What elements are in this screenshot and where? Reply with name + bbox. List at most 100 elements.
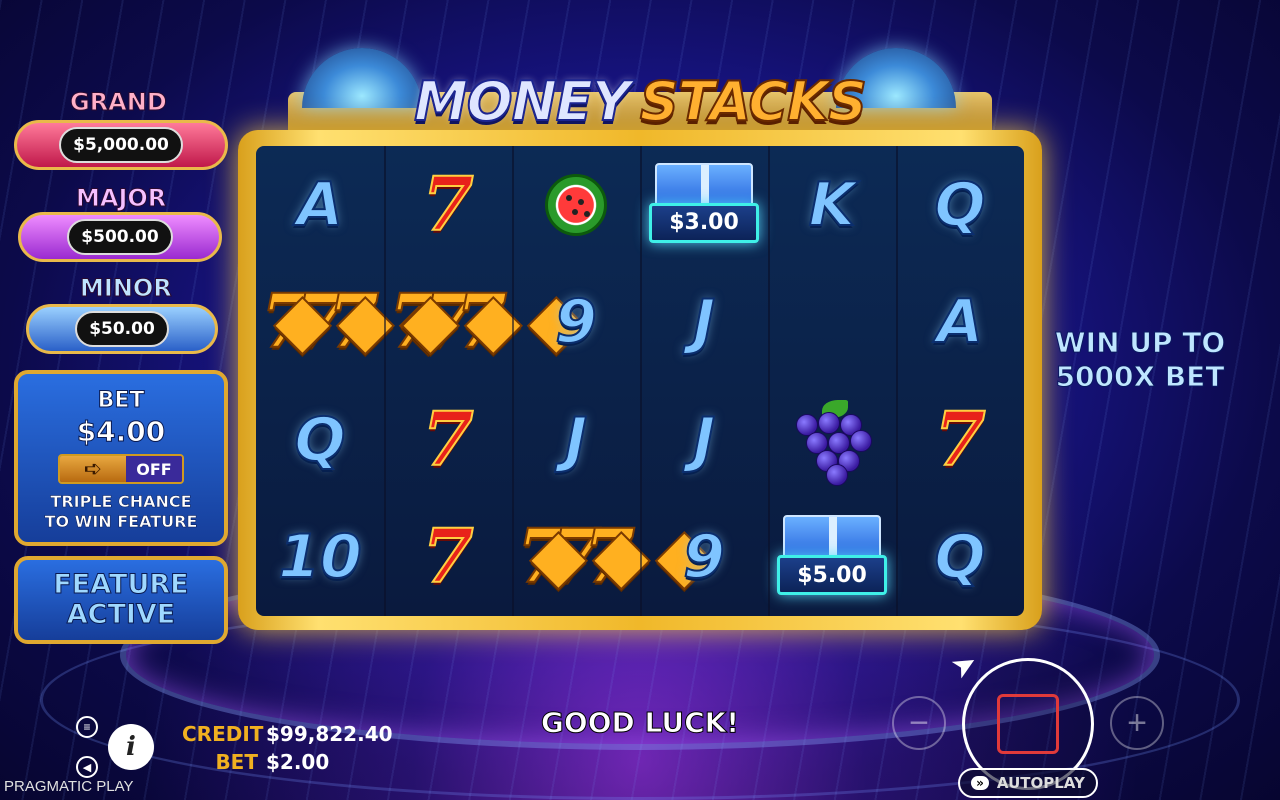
increase-bet-button[interactable]: + xyxy=(1110,696,1164,750)
minor-jackpot: $50.00 xyxy=(26,304,218,354)
grape-berry xyxy=(826,463,848,486)
feature-active-button[interactable]: FEATURE ACTIVE xyxy=(14,556,228,644)
autoplay-label: AUTOPLAY xyxy=(996,774,1085,792)
reel-cell: 7 xyxy=(384,499,512,617)
bet-panel-label: BET xyxy=(97,388,145,414)
symbol-seven: 7 xyxy=(933,396,986,484)
symbol-letter: J xyxy=(692,404,716,476)
symbol-letter: K xyxy=(808,169,856,241)
reel-cell: $3.00 xyxy=(640,146,768,264)
grand-jackpot-value: $5,000.00 xyxy=(59,127,183,163)
grand-jackpot: $5,000.00 xyxy=(14,120,228,170)
major-jackpot-label: MAJOR xyxy=(75,184,167,213)
brand-label: PRAGMATIC PLAY xyxy=(4,778,134,795)
reel-separator xyxy=(384,146,386,616)
symbol-letter: A xyxy=(936,286,984,358)
major-jackpot: $500.00 xyxy=(18,212,222,262)
reel-cell: 7 7 7 ◆◆◆ xyxy=(256,264,458,382)
major-jackpot-value: $500.00 xyxy=(67,219,173,255)
reel-cell: J xyxy=(640,381,768,499)
info-button[interactable]: i xyxy=(108,724,154,770)
triple-chance-line1: TRIPLE CHANCE xyxy=(50,492,192,512)
reel-cell: 10 xyxy=(256,499,384,617)
reel-cell: J xyxy=(512,381,640,499)
minor-jackpot-label: MINOR xyxy=(80,274,173,303)
minor-jackpot-value: $50.00 xyxy=(75,311,169,347)
game-logo: MONEY STACKS xyxy=(410,64,870,138)
reel-separator xyxy=(768,146,770,616)
cash-stack-symbol: $5.00 xyxy=(777,509,887,605)
symbol-seven: 7 xyxy=(421,161,474,249)
logo-word-stacks: STACKS xyxy=(639,69,868,134)
sound-icon[interactable]: ◀ xyxy=(76,756,98,778)
decrease-bet-button[interactable]: − xyxy=(892,696,946,750)
credit-value: $99,822.40 xyxy=(266,722,393,746)
reel-separator xyxy=(512,146,514,616)
reel-cell: 9 xyxy=(512,264,640,382)
toggle-state: OFF xyxy=(126,456,182,482)
bet-panel-value: $4.00 xyxy=(76,415,166,449)
cash-value: $3.00 xyxy=(649,202,759,243)
bet-value: $2.00 xyxy=(266,750,330,774)
reel-cell: 7 7 7 ◆◆◆ xyxy=(384,264,586,382)
promo-line1: WIN UP TO xyxy=(1054,326,1226,360)
cash-value: $5.00 xyxy=(777,555,887,596)
symbol-letter: Q xyxy=(293,404,346,476)
symbol-letter: A xyxy=(296,169,344,241)
symbol-seven: 7 xyxy=(421,396,474,484)
reel-cell xyxy=(512,146,640,264)
reel-cell: Q xyxy=(896,499,1024,617)
reel-cell: 7 7 7 ◆◆◆ xyxy=(512,499,714,617)
reel-cell: $5.00 xyxy=(768,499,896,617)
symbol-triple-seven: 7 7 7 ◆◆◆ xyxy=(388,276,586,366)
win-up-promo: WIN UP TO 5000X BET xyxy=(1050,326,1230,394)
symbol-triple-seven: 7 7 7 ◆◆◆ xyxy=(516,511,714,601)
arrow-right-icon: ➪ xyxy=(60,456,126,482)
reel-cell: K xyxy=(768,146,896,264)
reel-cell: A xyxy=(256,146,384,264)
symbol-letter: 9 xyxy=(682,521,726,593)
symbol-letter: 9 xyxy=(554,286,598,358)
grand-jackpot-label: GRAND xyxy=(70,88,168,117)
triple-chance-line2: TO WIN FEATURE xyxy=(44,512,198,532)
promo-line2: 5000X BET xyxy=(1055,360,1225,394)
credit-row: CREDIT $99,822.40 xyxy=(182,722,393,746)
triple-chance-text: TRIPLE CHANCE TO WIN FEATURE xyxy=(18,492,224,532)
symbol-letter: J xyxy=(692,286,716,358)
reel-cell xyxy=(768,381,896,499)
reel-separator xyxy=(896,146,898,616)
symbol-letter: Q xyxy=(933,521,986,593)
stop-icon xyxy=(997,694,1059,754)
menu-icon[interactable]: ≡ xyxy=(76,716,98,738)
reel-cell: 9 xyxy=(640,499,768,617)
reel-cell: J xyxy=(640,264,768,382)
reel-cell: Q xyxy=(256,381,384,499)
bet-panel: BET $4.00 ➪ OFF TRIPLE CHANCE TO WIN FEA… xyxy=(14,370,228,546)
autoplay-icon: » xyxy=(971,776,989,790)
symbol-letter: Q xyxy=(933,169,986,241)
reel-separator xyxy=(640,146,642,616)
bet-row: BET $2.00 xyxy=(182,750,329,774)
triple-chance-toggle[interactable]: ➪ OFF xyxy=(58,454,184,484)
autoplay-button[interactable]: » AUTOPLAY xyxy=(958,768,1098,798)
reel-cell: A xyxy=(896,264,1024,382)
feature-line1: FEATURE xyxy=(53,569,189,600)
grapes-icon xyxy=(792,399,872,486)
credit-label: CREDIT xyxy=(182,722,264,746)
reel-cell: 7 xyxy=(896,381,1024,499)
reel-cell: 7 xyxy=(384,146,512,264)
symbol-seven: 7 xyxy=(421,513,474,601)
cash-stack-symbol: $3.00 xyxy=(649,157,759,253)
reel-cell: 7 xyxy=(384,381,512,499)
feature-line2: ACTIVE xyxy=(66,599,176,630)
grape-berry xyxy=(850,429,872,452)
grape-berry xyxy=(818,411,840,434)
bet-label: BET xyxy=(215,750,258,774)
symbol-letter: J xyxy=(564,404,588,476)
status-message: GOOD LUCK! xyxy=(540,706,740,740)
logo-word-money: MONEY xyxy=(413,69,632,134)
reel-cell: Q xyxy=(896,146,1024,264)
symbol-triple-seven: 7 7 7 ◆◆◆ xyxy=(260,276,458,366)
reel-cell xyxy=(768,264,896,382)
watermelon-icon xyxy=(545,173,607,236)
